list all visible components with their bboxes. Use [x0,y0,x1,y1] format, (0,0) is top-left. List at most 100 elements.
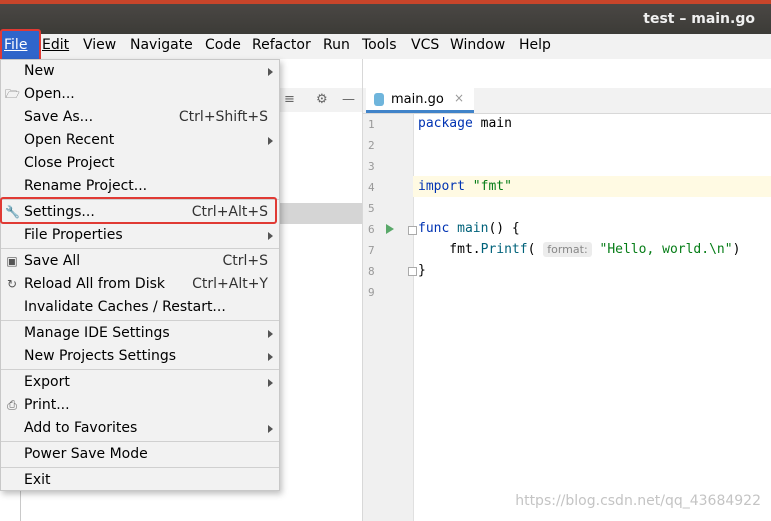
code-text: ( [527,242,536,257]
menu-item-open-recent[interactable]: Open Recent [1,129,279,152]
watermark: https://blog.csdn.net/qq_43684922 [515,493,761,509]
menu-run[interactable]: Run [323,37,350,53]
menu-separator [1,320,279,321]
file-menu-dropdown: New 🗁 Open... Save As... Ctrl+Shift+S Op… [0,59,280,491]
tab-label: main.go [391,92,444,107]
code-line-4[interactable]: import "fmt" [418,179,512,194]
code-keyword: func [418,221,450,236]
menu-item-label: Reload All from Disk [24,276,165,292]
line-number: 9 [368,286,375,299]
menu-edit[interactable]: Edit [42,37,69,53]
editor-gutter [363,114,414,521]
code-function: Printf [480,242,528,257]
menu-item-label: Open Recent [24,132,115,148]
menu-item-new[interactable]: New [1,60,279,83]
menu-item-label: Power Save Mode [24,446,148,462]
menu-code[interactable]: Code [205,37,241,53]
reload-icon: ↻ [6,277,18,291]
menu-window[interactable]: Window [450,37,505,53]
code-line-8[interactable]: } [418,263,426,278]
submenu-arrow-icon [268,68,273,76]
menu-separator [1,441,279,442]
line-number: 5 [368,202,375,215]
settings-annotation-box [0,197,277,224]
project-tree-selected-row[interactable] [280,203,362,224]
submenu-arrow-icon [268,137,273,145]
fold-icon[interactable] [408,226,417,235]
line-number: 3 [368,160,375,173]
menu-item-invalidate-caches[interactable]: Invalidate Caches / Restart... [1,296,279,319]
code-text: ) [732,242,741,257]
submenu-arrow-icon [268,425,273,433]
menu-tools[interactable]: Tools [362,37,397,53]
menu-item-label: Export [24,374,70,390]
code-keyword: import [418,179,465,194]
menu-navigate[interactable]: Navigate [130,37,193,53]
menu-item-label: Save All [24,253,81,269]
menu-item-file-properties[interactable]: File Properties [1,224,279,247]
code-text: fmt. [418,242,481,257]
code-string: "Hello, world.\n" [599,242,733,257]
collapse-all-icon[interactable]: ≡ [284,92,295,107]
code-line-1[interactable]: package main [418,116,512,131]
menu-item-power-save-mode[interactable]: Power Save Mode [1,443,279,466]
menu-item-label: Print... [24,397,70,413]
menu-item-reload-all[interactable]: ↻ Reload All from Disk Ctrl+Alt+Y [1,273,279,296]
code-text: } [418,263,426,278]
menu-item-open[interactable]: 🗁 Open... [1,83,279,106]
menu-item-add-to-favorites[interactable]: Add to Favorites [1,417,279,440]
minimize-icon[interactable]: — [342,92,355,107]
gear-icon[interactable]: ⚙ [316,92,328,107]
code-line-7[interactable]: fmt.Printf( format: "Hello, world.\n") [418,242,740,257]
print-icon: ⎙ [7,398,17,412]
line-number: 2 [368,139,375,152]
line-number: 6 [368,223,375,236]
menu-item-save-all[interactable]: ▣ Save All Ctrl+S [1,250,279,273]
code-function: main [449,221,489,236]
parameter-hint: format: [543,242,592,257]
code-text: () { [488,221,520,236]
menu-separator [1,369,279,370]
menu-item-shortcut: Ctrl+S [222,253,268,269]
submenu-arrow-icon [268,232,273,240]
menu-refactor[interactable]: Refactor [252,37,311,53]
submenu-arrow-icon [268,330,273,338]
line-number: 1 [368,118,375,131]
menu-item-close-project[interactable]: Close Project [1,152,279,175]
menu-item-label: Rename Project... [24,178,148,194]
code-string: "fmt" [472,179,512,194]
run-icon[interactable] [386,224,394,234]
menu-item-label: New Projects Settings [24,348,177,364]
code-line-6[interactable]: func main() { [418,221,520,236]
code-keyword: package [418,116,473,131]
menu-item-label: File Properties [24,227,123,243]
menu-item-export[interactable]: Export [1,371,279,394]
line-number: 7 [368,244,375,257]
menu-item-print[interactable]: ⎙ Print... [1,394,279,417]
menu-help[interactable]: Help [519,37,551,53]
menu-vcs[interactable]: VCS [411,37,439,53]
code-text: main [472,116,512,131]
divider [20,490,21,521]
menu-item-exit[interactable]: Exit [1,469,279,492]
menu-item-label: Manage IDE Settings [24,325,170,341]
tab-main-go[interactable]: main.go × [366,88,474,113]
fold-icon[interactable] [408,267,417,276]
window-title: test – main.go [643,11,755,27]
menu-file[interactable]: File [4,37,27,53]
close-icon[interactable]: × [454,91,464,105]
title-bar: test – main.go [0,0,771,34]
menu-item-rename-project[interactable]: Rename Project... [1,175,279,198]
menu-item-label: Exit [24,472,51,488]
save-icon: ▣ [6,254,18,268]
menu-item-label: Open... [24,86,75,102]
menu-item-save-as[interactable]: Save As... Ctrl+Shift+S [1,106,279,129]
menu-item-label: New [24,63,55,79]
menu-item-manage-ide-settings[interactable]: Manage IDE Settings [1,322,279,345]
menu-item-label: Invalidate Caches / Restart... [24,299,226,315]
menu-item-new-projects-settings[interactable]: New Projects Settings [1,345,279,368]
submenu-arrow-icon [268,379,273,387]
menu-view[interactable]: View [83,37,116,53]
menu-item-label: Save As... [24,109,94,125]
menu-separator [1,248,279,249]
